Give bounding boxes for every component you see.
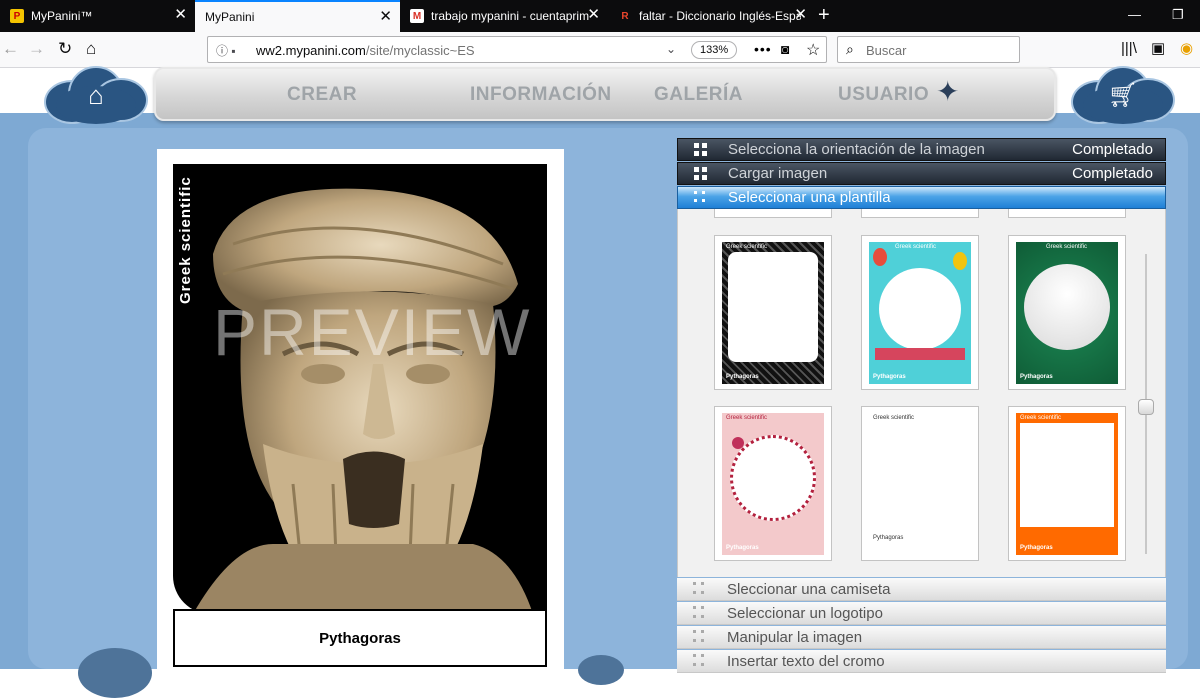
search-icon: ⌕	[846, 41, 854, 57]
home-icon[interactable]: ⌂	[86, 40, 96, 58]
step-status: Completado	[1072, 141, 1153, 158]
url-host: ww2.mypanini.com	[256, 43, 366, 58]
chrome-extension-icon[interactable]: ◉	[1180, 40, 1193, 58]
template-pink-flowers[interactable]: Greek scientific Pythagoras	[714, 406, 832, 561]
library-icon[interactable]: |||\	[1121, 40, 1137, 58]
step-status: Completado	[1072, 165, 1153, 182]
zoom-badge[interactable]: 133%	[691, 41, 738, 59]
menu-usuario[interactable]: USUARIO	[838, 84, 929, 106]
search-placeholder: Buscar	[866, 43, 907, 58]
home-cloud-button[interactable]: ⌂	[44, 66, 148, 124]
cart-icon: 🛒︎	[1107, 81, 1139, 109]
search-input[interactable]: ⌕ Buscar	[837, 36, 1020, 63]
step-manipulate-image[interactable]: Manipular la imagen	[677, 626, 1166, 649]
step-upload-image[interactable]: Cargar imagen Completado	[677, 162, 1166, 185]
house-icon: ⌂	[88, 79, 104, 110]
step-label: Seleccionar una plantilla	[728, 189, 891, 206]
browser-tab-bar: P MyPanini™ ✕ MyPanini ✕ M trabajo mypan…	[0, 0, 1200, 32]
cart-cloud-button[interactable]: 🛒︎	[1071, 66, 1175, 124]
step-select-logo[interactable]: Seleccionar un logotipo	[677, 602, 1166, 625]
wizard-panel: Selecciona la orientación de la imagen C…	[677, 138, 1166, 673]
drag-handle-icon	[693, 630, 709, 644]
user-mascot-icon[interactable]: ✦	[936, 75, 970, 111]
step-insert-text[interactable]: Insertar texto del cromo	[677, 650, 1166, 673]
template-black-pattern[interactable]: Greek scientific Pythagoras	[714, 235, 832, 390]
menu-galeria[interactable]: GALERÍA	[654, 84, 743, 106]
step-label: Seleccionar un logotipo	[727, 604, 883, 622]
close-tab-icon[interactable]: ✕	[587, 7, 600, 23]
card-name-box[interactable]: Pythagoras	[173, 609, 547, 667]
browser-tab-3[interactable]: M trabajo mypanini - cuentaprim ✕	[400, 0, 608, 32]
browser-tab-1[interactable]: P MyPanini™ ✕	[0, 0, 195, 32]
drag-handle-icon	[694, 142, 710, 157]
restore-icon[interactable]: ❐	[1172, 7, 1184, 23]
panini-logo-icon: P	[10, 9, 24, 23]
close-tab-icon[interactable]: ✕	[174, 7, 187, 23]
drag-handle-icon	[693, 654, 709, 668]
card-preview: Greek scientific PREVIEW Pythagoras	[157, 149, 564, 669]
drag-handle-icon	[693, 582, 709, 596]
decorative-cloud	[578, 655, 624, 685]
template-thumb-partial[interactable]	[1008, 209, 1126, 218]
drag-handle-icon	[694, 190, 710, 205]
bust-image	[193, 188, 533, 614]
drag-handle-icon	[693, 606, 709, 620]
card-category-label: Greek scientific	[177, 176, 194, 304]
site-info-icon[interactable]: ⓘ ▪	[216, 42, 236, 59]
template-green-christmas[interactable]: Greek scientific Pythagoras	[1008, 235, 1126, 390]
card-photo[interactable]: Greek scientific PREVIEW	[173, 164, 547, 614]
step-select-shirt[interactable]: Sleccionar una camiseta	[677, 578, 1166, 601]
card-name: Pythagoras	[319, 629, 401, 647]
step-orientation[interactable]: Selecciona la orientación de la imagen C…	[677, 138, 1166, 161]
menu-informacion[interactable]: INFORMACIÓN	[470, 84, 612, 106]
step-select-template[interactable]: Seleccionar una plantilla	[677, 186, 1166, 209]
step-label: Manipular la imagen	[727, 628, 863, 646]
close-tab-icon[interactable]: ✕	[379, 9, 392, 25]
template-thumb-partial[interactable]	[714, 209, 832, 218]
browser-tab-2[interactable]: MyPanini ✕	[195, 0, 400, 32]
template-thumb-partial[interactable]	[861, 209, 979, 218]
step-label: Selecciona la orientación de la imagen	[728, 141, 985, 158]
template-birthday-balloons[interactable]: Greek scientific Pythagoras	[861, 235, 979, 390]
preview-watermark: PREVIEW	[213, 295, 532, 369]
address-bar[interactable]: ⓘ ▪ ww2.mypanini.com/site/myclassic~ES ⌄…	[207, 36, 827, 63]
url-path: /site/myclassic~ES	[365, 43, 475, 58]
sidebar-icon[interactable]: ▣	[1151, 40, 1165, 58]
template-scroll-thumb[interactable]	[1138, 399, 1154, 415]
step-label: Sleccionar una camiseta	[727, 580, 891, 598]
forward-arrow-icon[interactable]: →	[28, 40, 45, 58]
page-actions-icon[interactable]: •••	[754, 41, 772, 57]
step-label: Cargar imagen	[728, 165, 828, 182]
back-arrow-icon[interactable]: ←	[2, 40, 19, 58]
browser-tab-4[interactable]: R faltar - Diccionario Inglés-Espa ✕	[608, 0, 815, 32]
reload-icon[interactable]: ↻	[58, 40, 72, 58]
minimize-icon[interactable]: —	[1128, 7, 1141, 22]
gmail-icon: M	[410, 9, 424, 23]
chevron-down-icon[interactable]: ⌄	[666, 42, 676, 56]
close-tab-icon[interactable]: ✕	[794, 7, 807, 23]
step-label: Insertar texto del cromo	[727, 652, 885, 670]
template-gallery: Greek scientific Pythagoras Greek scient…	[677, 209, 1166, 577]
drag-handle-icon	[694, 166, 710, 181]
template-plain-white[interactable]: Greek scientific Pythagoras	[861, 406, 979, 561]
decorative-cloud	[78, 648, 152, 698]
bookmark-star-icon[interactable]: ☆	[806, 40, 820, 60]
new-tab-icon[interactable]: +	[818, 4, 830, 26]
browser-nav-bar: ← → ↻ ⌂ ⓘ ▪ ww2.mypanini.com/site/myclas…	[0, 32, 1200, 68]
wordreference-icon: R	[621, 10, 629, 22]
template-orange-frame[interactable]: Greek scientific Pythagoras	[1008, 406, 1126, 561]
menu-crear[interactable]: CREAR	[287, 84, 357, 106]
main-menu: CREAR INFORMACIÓN GALERÍA USUARIO ✦	[154, 67, 1056, 121]
pocket-icon[interactable]: ◙	[781, 41, 789, 57]
